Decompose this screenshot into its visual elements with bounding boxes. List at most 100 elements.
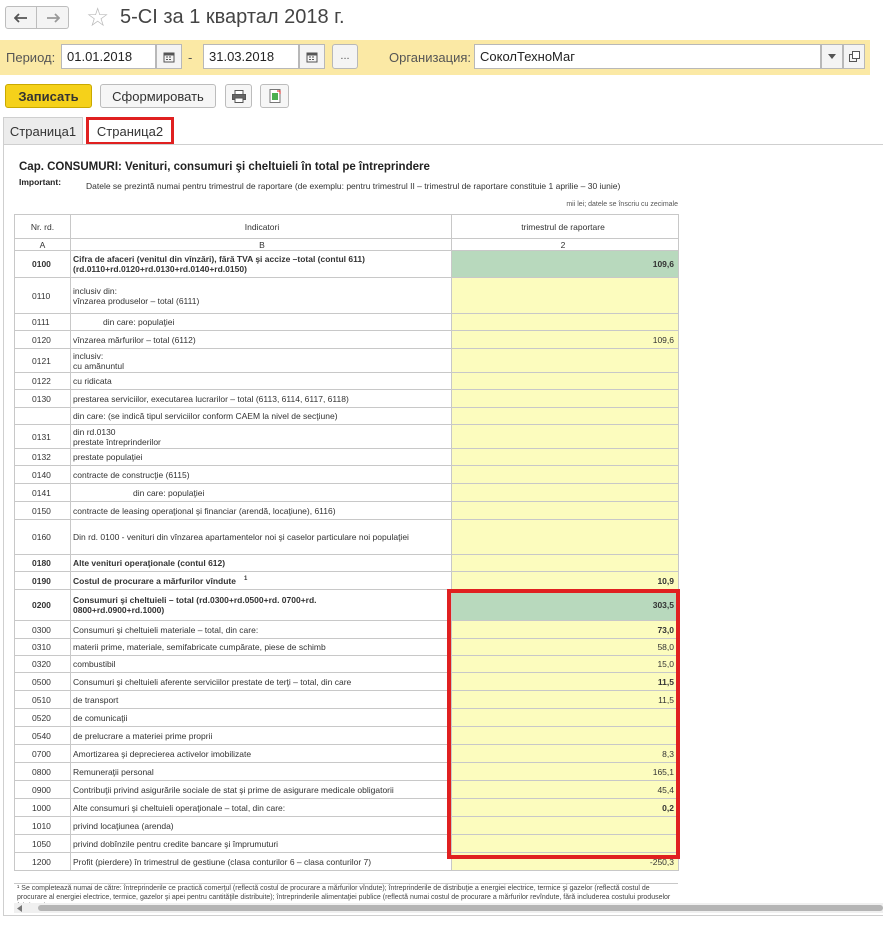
- open-window-icon: [848, 51, 860, 62]
- table-row: 0120 vînzarea mărfurilor – total (6112) 10…: [14, 330, 679, 349]
- export-button[interactable]: [260, 84, 289, 108]
- row-indicator: Cifra de afaceri (venitul din vînzări), …: [70, 250, 452, 278]
- row-indicator: Alte consumuri şi cheltuieli operaţional…: [70, 798, 452, 817]
- row-value-cell[interactable]: 8,3: [451, 744, 679, 763]
- header-indicator: Indicatori: [70, 214, 452, 239]
- calendar-to-button[interactable]: [299, 44, 325, 69]
- table-header-row: Nr. rd. Indicatori trimestrul de raporta…: [14, 214, 679, 239]
- calendar-icon: [163, 52, 175, 62]
- row-code: 0160: [14, 519, 71, 555]
- row-value-cell[interactable]: 45,4: [451, 780, 679, 799]
- row-value-cell[interactable]: [451, 501, 679, 520]
- organization-dropdown-button[interactable]: [821, 44, 843, 69]
- row-value-cell[interactable]: [451, 726, 679, 745]
- row-value-cell[interactable]: 11,5: [451, 672, 679, 691]
- row-value-cell[interactable]: [451, 519, 679, 555]
- row-value-cell[interactable]: -250,3: [451, 852, 679, 871]
- row-indicator: Amortizarea şi deprecierea activelor imo…: [70, 744, 452, 763]
- row-value-cell[interactable]: 10,9: [451, 571, 679, 590]
- row-value-cell[interactable]: 303,5: [451, 589, 679, 621]
- row-indicator: Remuneraţii personal: [70, 762, 452, 781]
- row-value-cell[interactable]: [451, 407, 679, 425]
- table-letters-row: A B 2: [14, 238, 679, 251]
- print-button[interactable]: [225, 84, 252, 108]
- row-indicator: prestate populaţiei: [70, 448, 452, 466]
- row-code: 1010: [14, 816, 71, 835]
- generate-button[interactable]: Сформировать: [100, 84, 216, 108]
- row-code: 1200: [14, 852, 71, 871]
- row-value-cell[interactable]: 109,6: [451, 250, 679, 278]
- row-value-cell[interactable]: 109,6: [451, 330, 679, 349]
- row-value-cell[interactable]: [451, 424, 679, 449]
- row-value-cell[interactable]: [451, 554, 679, 572]
- table-row: 0141 din care: populaţiei: [14, 483, 679, 502]
- back-button[interactable]: [5, 6, 37, 29]
- row-value-cell[interactable]: [451, 277, 679, 314]
- row-indicator: Din rd. 0100 - venituri din vînzarea apa…: [70, 519, 452, 555]
- row-value-cell[interactable]: [451, 708, 679, 727]
- row-indicator: cu ridicata: [70, 372, 452, 390]
- table-row: 1050 privind dobînzile pentru credite ban…: [14, 834, 679, 853]
- indicator-line: prestate întreprinderilor: [73, 436, 161, 447]
- indicator-line: Cifra de afaceri (venitul din vînzări), …: [73, 254, 365, 264]
- row-code: 0510: [14, 690, 71, 709]
- favorite-star-icon[interactable]: ☆: [86, 3, 109, 31]
- report-table: Nr. rd. Indicatori trimestrul de raporta…: [14, 214, 679, 871]
- row-code: 0111: [14, 313, 71, 331]
- header-code: Nr. rd.: [14, 214, 71, 239]
- row-value-cell[interactable]: 165,1: [451, 762, 679, 781]
- indicator-line: privind locaţiunea (arenda): [73, 820, 174, 831]
- table-row: 0540 de prelucrare a materiei prime propr…: [14, 726, 679, 745]
- row-value-cell[interactable]: 58,0: [451, 638, 679, 656]
- row-code: 0200: [14, 589, 71, 621]
- horizontal-scrollbar[interactable]: [14, 903, 883, 913]
- row-value-cell[interactable]: [451, 483, 679, 502]
- row-value-cell[interactable]: [451, 372, 679, 390]
- row-indicator: vînzarea mărfurilor – total (6112): [70, 330, 452, 349]
- row-value-cell[interactable]: [451, 465, 679, 484]
- sheet-bottom-border: [3, 915, 883, 916]
- row-value-cell[interactable]: [451, 834, 679, 853]
- row-indicator: Costul de procurare a mărfurilor vîndute…: [70, 571, 452, 590]
- row-code: 0122: [14, 372, 71, 390]
- row-value-cell[interactable]: 0,2: [451, 798, 679, 817]
- indicator-line: vînzarea mărfurilor – total (6112): [73, 334, 196, 345]
- row-indicator: de comunicaţii: [70, 708, 452, 727]
- organization-open-button[interactable]: [843, 44, 865, 69]
- row-value-cell[interactable]: [451, 313, 679, 331]
- important-label: Important:: [19, 177, 62, 187]
- row-value-cell[interactable]: 15,0: [451, 655, 679, 673]
- row-value-cell[interactable]: [451, 389, 679, 408]
- row-value-cell[interactable]: 11,5: [451, 690, 679, 709]
- table-row: 0180 Alte venituri operaţionale (contul 6…: [14, 554, 679, 572]
- table-row: 0100 Cifra de afaceri (venitul din vînzăr…: [14, 250, 679, 278]
- letter-indicator: B: [70, 238, 452, 251]
- indicator-line: Alte consumuri şi cheltuieli operaţional…: [73, 802, 286, 813]
- row-indicator: de prelucrare a materiei prime proprii: [70, 726, 452, 745]
- scroll-left-icon[interactable]: [14, 903, 24, 913]
- forward-button[interactable]: [37, 6, 69, 29]
- organization-field[interactable]: СоколТехноМаг: [474, 44, 821, 69]
- organization-label: Организация:: [389, 50, 472, 65]
- row-code: 0520: [14, 708, 71, 727]
- row-indicator: materii prime, materiale, semifabricate …: [70, 638, 452, 656]
- row-value-cell[interactable]: [451, 816, 679, 835]
- period-select-button[interactable]: ...: [332, 44, 358, 69]
- period-from-field[interactable]: 01.01.2018: [61, 44, 156, 69]
- report-sheet: Cap. CONSUMURI: Venituri, consumuri şi c…: [3, 145, 883, 915]
- row-value-cell[interactable]: 73,0: [451, 620, 679, 639]
- tab-page2[interactable]: Страница2: [86, 117, 174, 145]
- row-value-cell[interactable]: [451, 448, 679, 466]
- table-row: 0130 prestarea serviciilor, executarea lu…: [14, 389, 679, 408]
- indicator-line: materii prime, materiale, semifabricate …: [73, 642, 326, 652]
- calendar-from-button[interactable]: [156, 44, 182, 69]
- table-row: 1000 Alte consumuri şi cheltuieli operaţi…: [14, 798, 679, 817]
- indicator-line: de transport: [73, 694, 119, 705]
- period-label: Период:: [6, 50, 56, 65]
- period-to-field[interactable]: 31.03.2018: [203, 44, 299, 69]
- tab-page1[interactable]: Страница1: [3, 117, 83, 145]
- scrollbar-thumb[interactable]: [38, 905, 883, 911]
- period-separator: -: [188, 50, 193, 65]
- save-button[interactable]: Записать: [5, 84, 92, 108]
- row-value-cell[interactable]: [451, 348, 679, 373]
